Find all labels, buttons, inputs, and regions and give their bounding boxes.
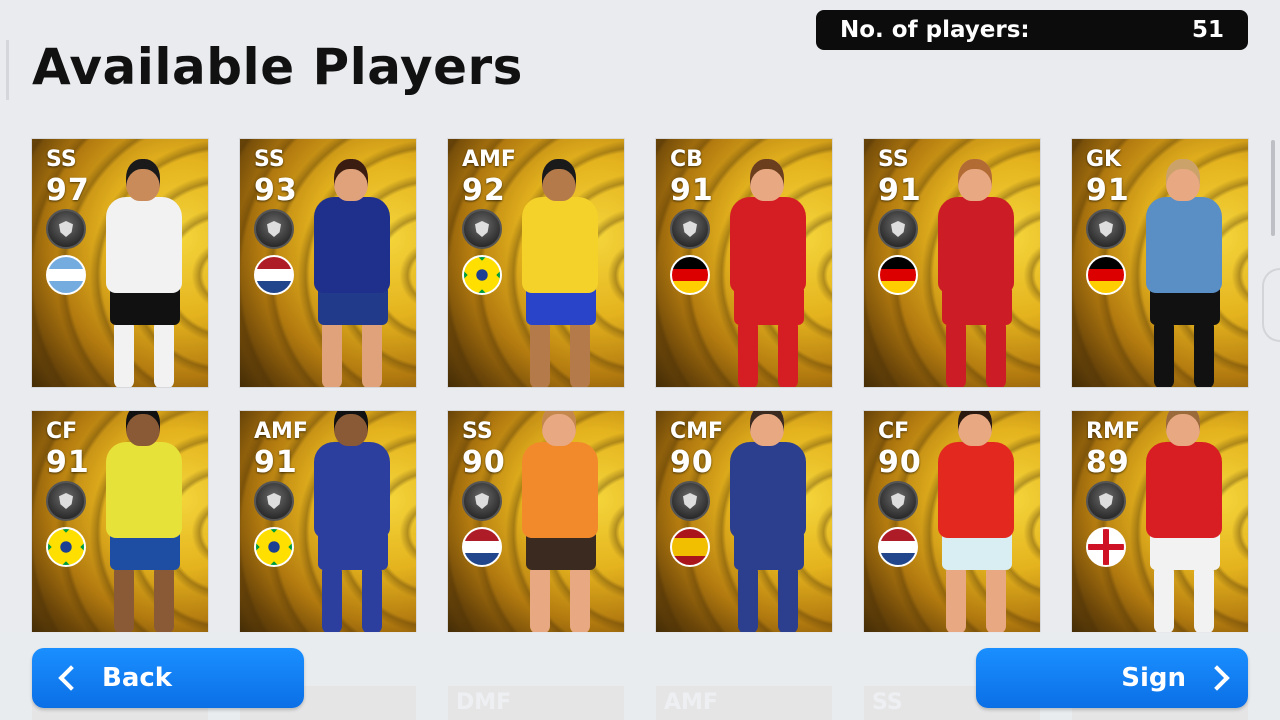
nation-flag-icon (1086, 527, 1126, 567)
player-count-value: 51 (1191, 17, 1224, 43)
player-figure (292, 151, 412, 387)
player-position: CMF (670, 419, 724, 444)
club-badge-icon (254, 209, 294, 249)
sign-label: Sign (1121, 663, 1186, 693)
player-card[interactable]: RMF 89 (1072, 411, 1248, 632)
player-rating: 97 (46, 173, 90, 208)
player-figure (500, 151, 620, 387)
player-rating: 91 (670, 173, 714, 208)
player-position: GK (1086, 147, 1122, 172)
club-badge-icon (254, 481, 294, 521)
player-figure (500, 411, 620, 632)
chevron-left-icon (58, 665, 84, 691)
player-figure (292, 411, 412, 632)
player-position: SS (46, 147, 77, 172)
club-badge-icon (670, 209, 710, 249)
player-position: SS (254, 147, 285, 172)
player-rating: 90 (462, 445, 506, 480)
player-rating: 92 (462, 173, 506, 208)
nation-flag-icon (878, 527, 918, 567)
player-card[interactable]: CB 91 (656, 139, 832, 387)
player-rating: 90 (670, 445, 714, 480)
club-badge-icon (1086, 209, 1126, 249)
nation-flag-icon (46, 255, 86, 295)
player-figure (1124, 151, 1244, 387)
player-card[interactable]: SS 91 (864, 139, 1040, 387)
player-figure (708, 411, 828, 632)
player-card[interactable]: SS 97 (32, 139, 208, 387)
player-card[interactable]: CMF 90 (656, 411, 832, 632)
club-badge-icon (878, 481, 918, 521)
player-rating: 91 (878, 173, 922, 208)
player-figure (84, 151, 204, 387)
player-figure (84, 411, 204, 632)
side-drawer-handle[interactable] (1262, 268, 1280, 342)
club-badge-icon (46, 209, 86, 249)
club-badge-icon (878, 209, 918, 249)
player-figure (916, 151, 1036, 387)
nation-flag-icon (254, 255, 294, 295)
player-card[interactable]: CF 90 (864, 411, 1040, 632)
player-card[interactable]: GK 91 (1072, 139, 1248, 387)
club-badge-icon (46, 481, 86, 521)
club-badge-icon (462, 209, 502, 249)
back-label: Back (102, 663, 173, 693)
player-rating: 90 (878, 445, 922, 480)
player-figure (1124, 411, 1244, 632)
player-figure (916, 411, 1036, 632)
chevron-right-icon (1204, 665, 1230, 691)
player-position: RMF (1086, 419, 1140, 444)
player-rating: 89 (1086, 445, 1130, 480)
player-card[interactable]: SS 93 (240, 139, 416, 387)
club-badge-icon (670, 481, 710, 521)
player-rating: 93 (254, 173, 298, 208)
page-title: Available Players (32, 38, 523, 96)
player-card[interactable]: AMF 91 (240, 411, 416, 632)
player-count-box: No. of players: 51 (816, 10, 1248, 50)
player-figure (708, 151, 828, 387)
player-card[interactable]: AMF 92 (448, 139, 624, 387)
scrollbar[interactable] (1271, 140, 1275, 236)
nation-flag-icon (462, 527, 502, 567)
player-position: CF (46, 419, 78, 444)
player-position: AMF (462, 147, 516, 172)
player-position: AMF (254, 419, 308, 444)
club-badge-icon (462, 481, 502, 521)
nation-flag-icon (462, 255, 502, 295)
player-rating: 91 (1086, 173, 1130, 208)
nation-flag-icon (670, 255, 710, 295)
player-rating: 91 (254, 445, 298, 480)
club-badge-icon (1086, 481, 1126, 521)
nation-flag-icon (46, 527, 86, 567)
player-rating: 91 (46, 445, 90, 480)
player-card[interactable]: CF 91 (32, 411, 208, 632)
nation-flag-icon (670, 527, 710, 567)
nation-flag-icon (254, 527, 294, 567)
edge-indicator (6, 40, 9, 100)
player-card[interactable]: SS 90 (448, 411, 624, 632)
player-position: SS (878, 147, 909, 172)
back-button[interactable]: Back (32, 648, 304, 708)
player-position: CB (670, 147, 703, 172)
sign-button[interactable]: Sign (976, 648, 1248, 708)
player-position: CF (878, 419, 910, 444)
nation-flag-icon (1086, 255, 1126, 295)
nation-flag-icon (878, 255, 918, 295)
player-position: SS (462, 419, 493, 444)
player-count-label: No. of players: (840, 17, 1030, 43)
